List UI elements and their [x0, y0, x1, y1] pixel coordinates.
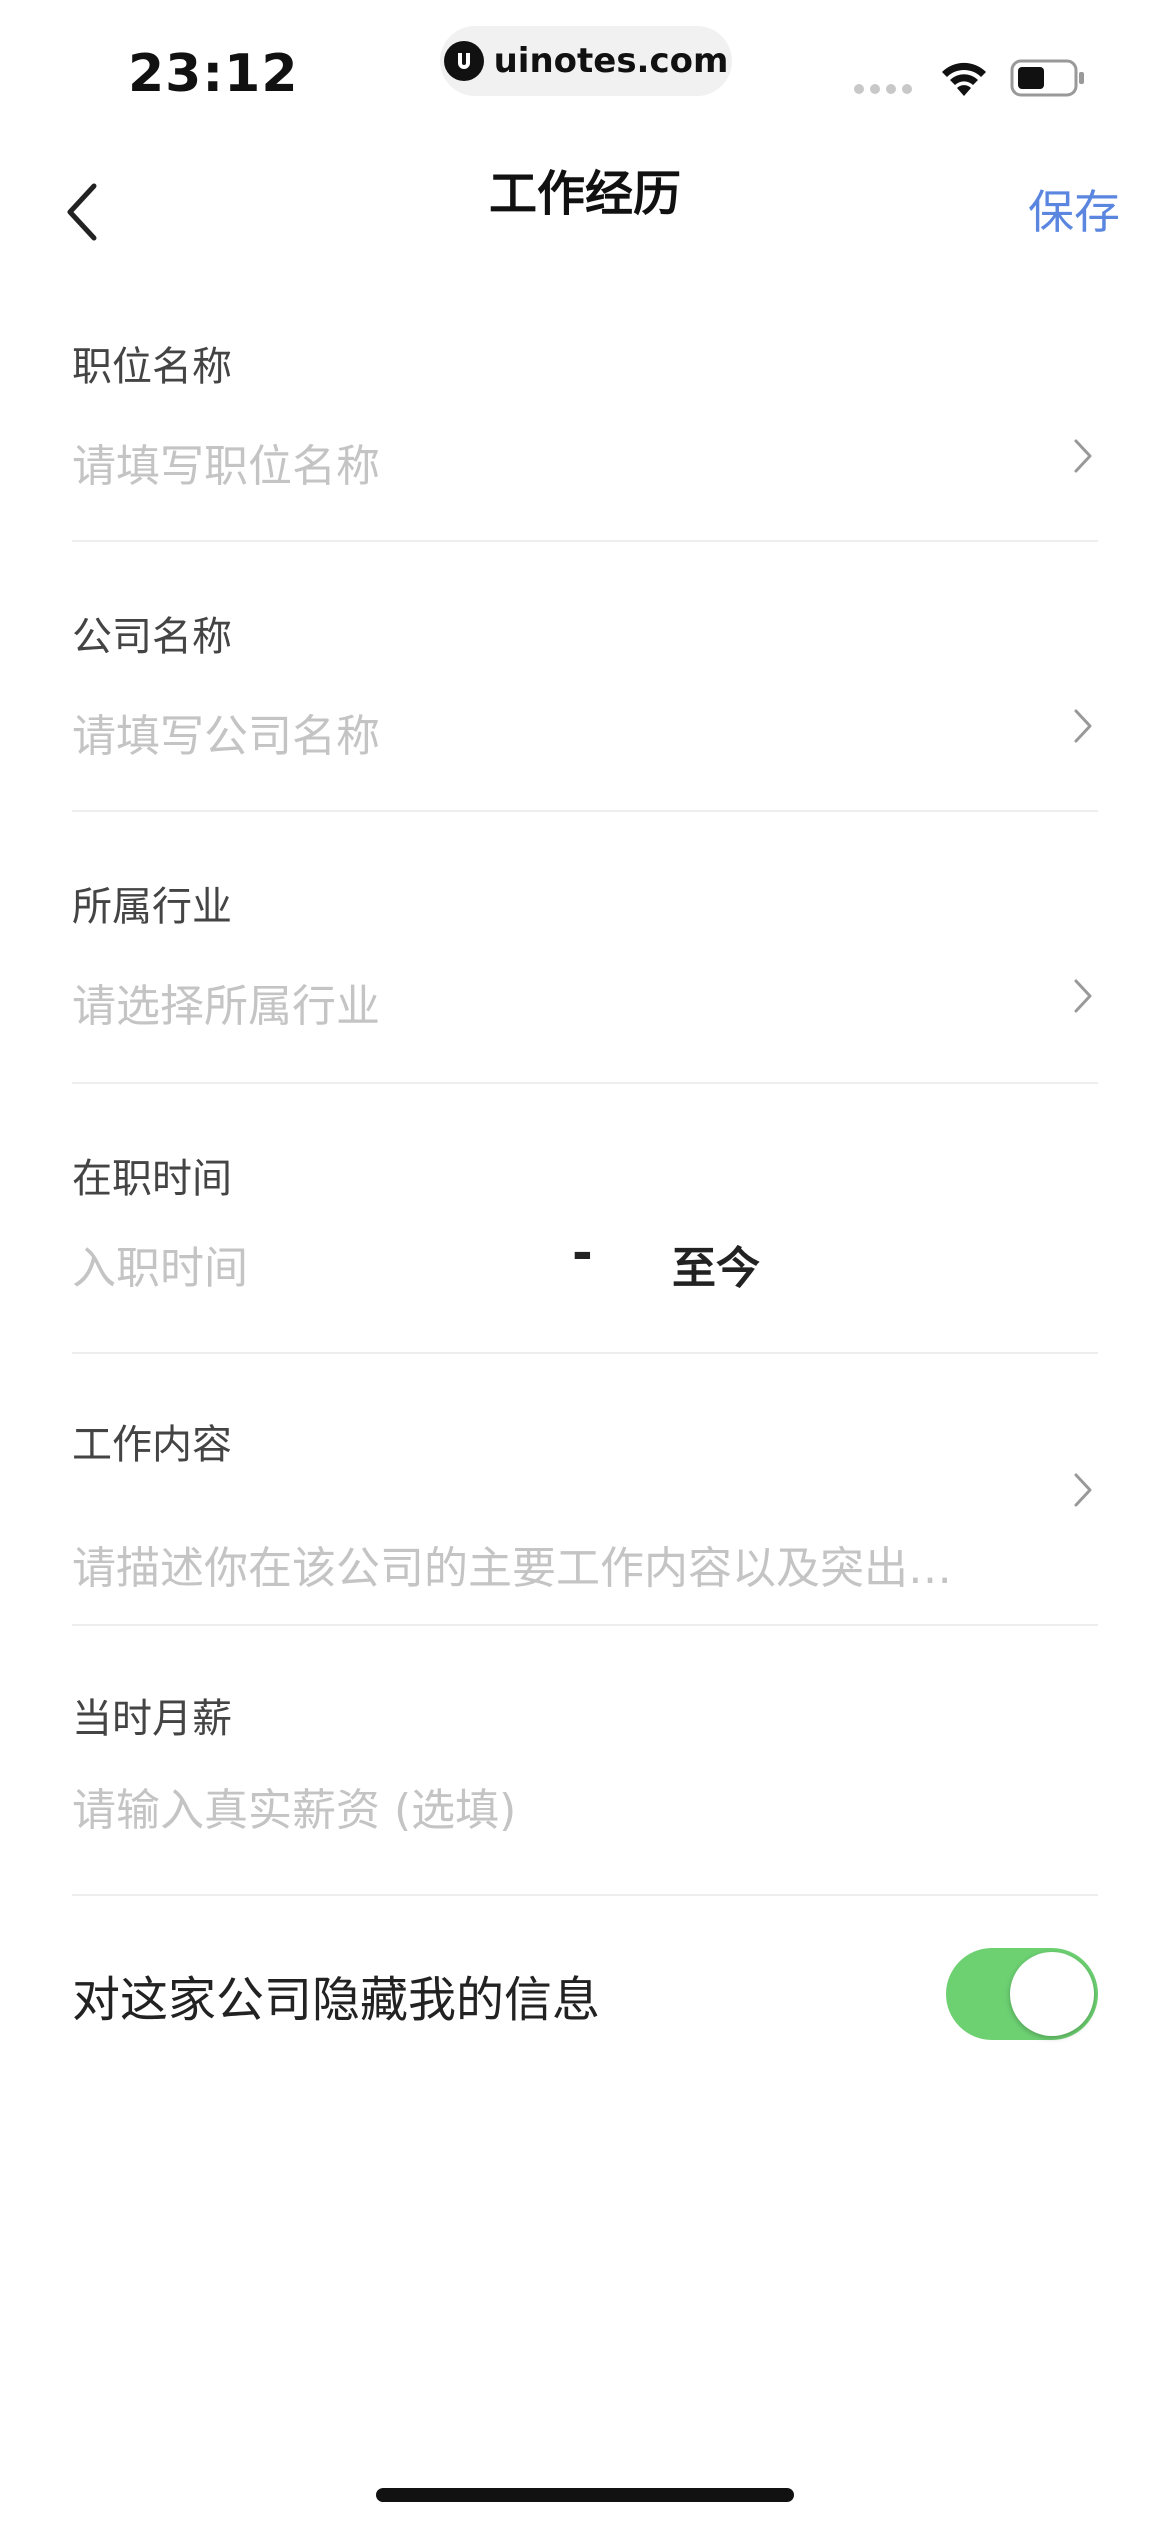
- chevron-right-icon: [1068, 706, 1098, 746]
- url-pill[interactable]: uinotes.com: [440, 26, 732, 96]
- status-bar: 23:12 uinotes.com: [0, 0, 1170, 140]
- industry-select[interactable]: 请选择所属行业: [72, 970, 380, 1034]
- industry-label: 所属行业: [72, 884, 232, 930]
- position-row[interactable]: 职位名称 请填写职位名称: [72, 300, 1098, 542]
- chevron-right-icon: [1068, 976, 1098, 1016]
- hide-info-label: 对这家公司隐藏我的信息: [72, 1972, 601, 2028]
- salary-label: 当时月薪: [72, 1696, 232, 1742]
- start-date-picker[interactable]: 入职时间: [72, 1232, 248, 1296]
- uinotes-logo-icon: [443, 41, 484, 81]
- date-range-separator: -: [572, 1224, 593, 1282]
- salary-row[interactable]: 当时月薪 请输入真实薪资 (选填): [72, 1626, 1098, 1896]
- company-row[interactable]: 公司名称 请填写公司名称: [72, 542, 1098, 812]
- save-button[interactable]: 保存: [1028, 176, 1120, 242]
- employment-time-label: 在职时间: [72, 1156, 232, 1202]
- url-text: uinotes.com: [493, 41, 729, 81]
- employment-time-row: 在职时间 入职时间 - 至今: [72, 1084, 1098, 1354]
- industry-row[interactable]: 所属行业 请选择所属行业: [72, 812, 1098, 1084]
- work-content-input[interactable]: 请描述你在该公司的主要工作内容以及突出…: [72, 1532, 1052, 1596]
- salary-input[interactable]: 请输入真实薪资 (选填): [72, 1774, 516, 1838]
- hide-info-toggle[interactable]: [946, 1948, 1098, 2040]
- chevron-right-icon: [1068, 436, 1098, 476]
- company-input[interactable]: 请填写公司名称: [72, 700, 380, 764]
- company-label: 公司名称: [72, 614, 232, 660]
- toggle-knob: [1010, 1952, 1094, 2036]
- end-date-picker[interactable]: 至今: [672, 1232, 760, 1296]
- wifi-icon: [938, 58, 990, 102]
- chevron-right-icon: [1068, 1470, 1098, 1510]
- navigation-bar: 工作经历 保存: [0, 140, 1170, 280]
- work-content-row[interactable]: 工作内容 请描述你在该公司的主要工作内容以及突出…: [72, 1354, 1098, 1626]
- position-label: 职位名称: [72, 344, 232, 390]
- battery-icon: [1010, 58, 1086, 102]
- work-content-label: 工作内容: [72, 1422, 232, 1468]
- page-title: 工作经历: [488, 166, 681, 222]
- work-experience-form: 职位名称 请填写职位名称 公司名称 请填写公司名称 所属行业 请选择所属行业 在…: [72, 300, 1098, 1896]
- home-indicator: [376, 2488, 794, 2502]
- cellular-signal-icon: [854, 84, 912, 94]
- status-time: 23:12: [128, 44, 299, 104]
- hide-info-row: 对这家公司隐藏我的信息: [72, 1930, 1098, 2050]
- position-input[interactable]: 请填写职位名称: [72, 430, 380, 494]
